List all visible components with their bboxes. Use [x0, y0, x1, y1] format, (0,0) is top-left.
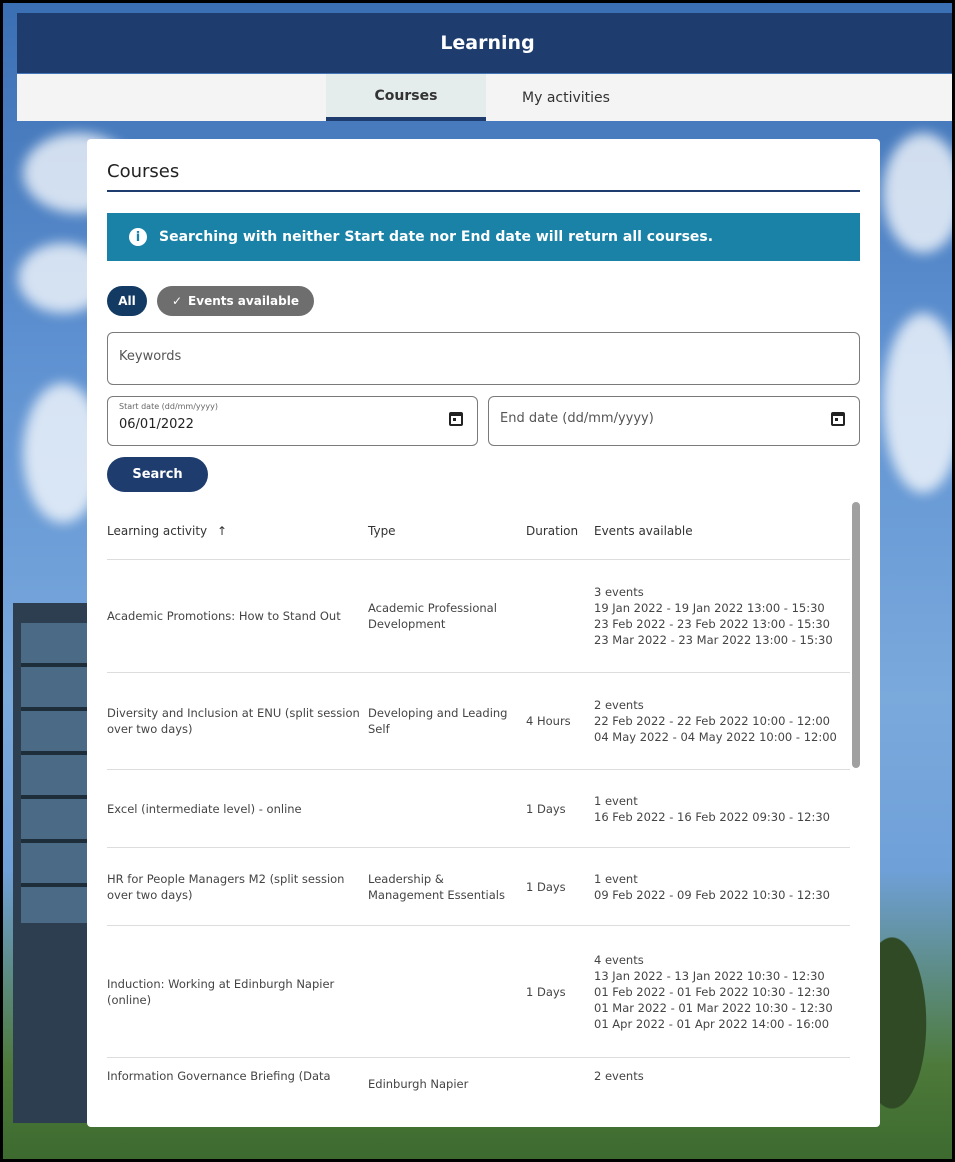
events-cell: 4 events 13 Jan 2022 - 13 Jan 2022 10:30… — [594, 926, 850, 1057]
check-icon: ✓ — [171, 294, 183, 308]
header-activity-label: Learning activity — [107, 524, 208, 538]
search-button[interactable]: Search — [107, 457, 208, 492]
info-banner: i Searching with neither Start date nor … — [107, 213, 860, 261]
type-cell — [368, 926, 518, 1057]
duration-cell — [526, 560, 586, 672]
type-cell: Edinburgh Napier — [368, 1077, 469, 1091]
activity-cell: Diversity and Inclusion at ENU (split se… — [107, 706, 360, 736]
header-duration[interactable]: Duration — [526, 524, 578, 538]
end-date-field[interactable]: End date (dd/mm/yyyy) — [488, 396, 860, 446]
activity-cell: HR for People Managers M2 (split session… — [107, 871, 345, 902]
background-cloud — [883, 133, 952, 253]
events-cell: 2 events 22 Feb 2022 - 22 Feb 2022 10:00… — [594, 673, 850, 769]
type-cell — [368, 770, 518, 847]
events-cell: 1 event 09 Feb 2022 - 09 Feb 2022 10:30 … — [594, 848, 850, 925]
duration-cell — [526, 1068, 586, 1098]
event-date: 01 Feb 2022 - 01 Feb 2022 10:30 - 12:30 — [594, 984, 831, 999]
event-count: 2 events — [594, 1069, 644, 1083]
filter-all-chip[interactable]: All — [107, 286, 147, 316]
type-cell: Leadership & Management Essentials — [368, 871, 505, 902]
event-count: 2 events — [594, 698, 644, 712]
activity-cell: Information Governance Briefing (Data — [107, 1069, 331, 1083]
info-icon: i — [129, 228, 147, 246]
background-cloud — [883, 313, 952, 493]
keywords-placeholder: Keywords — [119, 349, 182, 364]
table-scrollbar[interactable] — [852, 502, 860, 768]
tab-bar: Courses My activities — [17, 74, 952, 121]
table-row[interactable]: Information Governance Briefing (Data Ed… — [107, 1058, 850, 1101]
filter-events-label: Events available — [188, 294, 299, 308]
start-date-value: 06/01/2022 — [119, 417, 194, 432]
card-title: Courses — [107, 161, 180, 182]
duration-cell: 4 Hours — [526, 714, 571, 728]
duration-cell: 1 Days — [526, 984, 566, 999]
calendar-icon[interactable] — [831, 412, 845, 426]
activity-cell: Induction: Working at Edinburgh Napier (… — [107, 976, 335, 1007]
tab-courses[interactable]: Courses — [326, 74, 486, 121]
duration-cell: 1 Days — [526, 879, 566, 894]
courses-card: Courses i Searching with neither Start d… — [87, 139, 880, 1127]
calendar-icon[interactable] — [449, 412, 463, 426]
table-row[interactable]: Excel (intermediate level) - online 1 Da… — [107, 770, 850, 848]
header-learning-activity[interactable]: Learning activity ↑ — [107, 524, 227, 538]
event-date: 01 Apr 2022 - 01 Apr 2022 14:00 - 16:00 — [594, 1016, 830, 1031]
sort-arrow-icon: ↑ — [216, 524, 228, 538]
event-count: 1 event — [594, 871, 638, 886]
start-date-field[interactable]: Start date (dd/mm/yyyy) 06/01/2022 — [107, 396, 478, 446]
event-count: 1 event — [594, 793, 638, 808]
table-row[interactable]: Academic Promotions: How to Stand Out Ac… — [107, 560, 850, 673]
title-divider — [107, 190, 860, 192]
card-bottom-padding — [107, 1101, 860, 1127]
type-cell: Academic Professional Development — [368, 601, 497, 631]
start-date-label: Start date (dd/mm/yyyy) — [119, 402, 218, 411]
event-date: 23 Mar 2022 - 23 Mar 2022 13:00 - 15:30 — [594, 633, 833, 647]
event-date: 23 Feb 2022 - 23 Feb 2022 13:00 - 15:30 — [594, 617, 831, 631]
table-header: Learning activity ↑ Type Duration Events… — [107, 504, 850, 560]
event-date: 01 Mar 2022 - 01 Mar 2022 10:30 - 12:30 — [594, 1000, 833, 1015]
event-date: 22 Feb 2022 - 22 Feb 2022 10:00 - 12:00 — [594, 714, 831, 728]
event-date: 16 Feb 2022 - 16 Feb 2022 09:30 - 12:30 — [594, 809, 831, 824]
app-header: Learning — [17, 13, 952, 73]
event-date: 09 Feb 2022 - 09 Feb 2022 10:30 - 12:30 — [594, 887, 831, 902]
event-count: 3 events — [594, 585, 644, 599]
event-count: 4 events — [594, 952, 644, 967]
table-row[interactable]: Diversity and Inclusion at ENU (split se… — [107, 673, 850, 770]
keywords-input[interactable]: Keywords — [107, 332, 860, 385]
events-cell: 2 events — [594, 1068, 850, 1098]
events-cell: 3 events 19 Jan 2022 - 19 Jan 2022 13:00… — [594, 560, 850, 672]
table-row[interactable]: Induction: Working at Edinburgh Napier (… — [107, 926, 850, 1058]
info-message: Searching with neither Start date nor En… — [159, 229, 714, 245]
filter-events-available-chip[interactable]: ✓ Events available — [157, 286, 314, 316]
filter-all-label: All — [118, 294, 136, 308]
courses-table: Learning activity ↑ Type Duration Events… — [107, 504, 850, 1101]
tab-my-activities[interactable]: My activities — [486, 74, 646, 121]
type-cell: Developing and Leading Self — [368, 706, 508, 736]
header-events-available[interactable]: Events available — [594, 524, 693, 538]
duration-cell: 1 Days — [526, 801, 566, 816]
event-date: 19 Jan 2022 - 19 Jan 2022 13:00 - 15:30 — [594, 601, 825, 615]
end-date-placeholder: End date (dd/mm/yyyy) — [500, 411, 654, 426]
activity-cell: Excel (intermediate level) - online — [107, 801, 302, 816]
event-date: 04 May 2022 - 04 May 2022 10:00 - 12:00 — [594, 730, 837, 744]
table-row[interactable]: HR for People Managers M2 (split session… — [107, 848, 850, 926]
header-type[interactable]: Type — [368, 524, 396, 538]
events-cell: 1 event 16 Feb 2022 - 16 Feb 2022 09:30 … — [594, 770, 850, 847]
activity-cell: Academic Promotions: How to Stand Out — [107, 609, 341, 623]
event-date: 13 Jan 2022 - 13 Jan 2022 10:30 - 12:30 — [594, 968, 825, 983]
app-title: Learning — [440, 32, 535, 54]
